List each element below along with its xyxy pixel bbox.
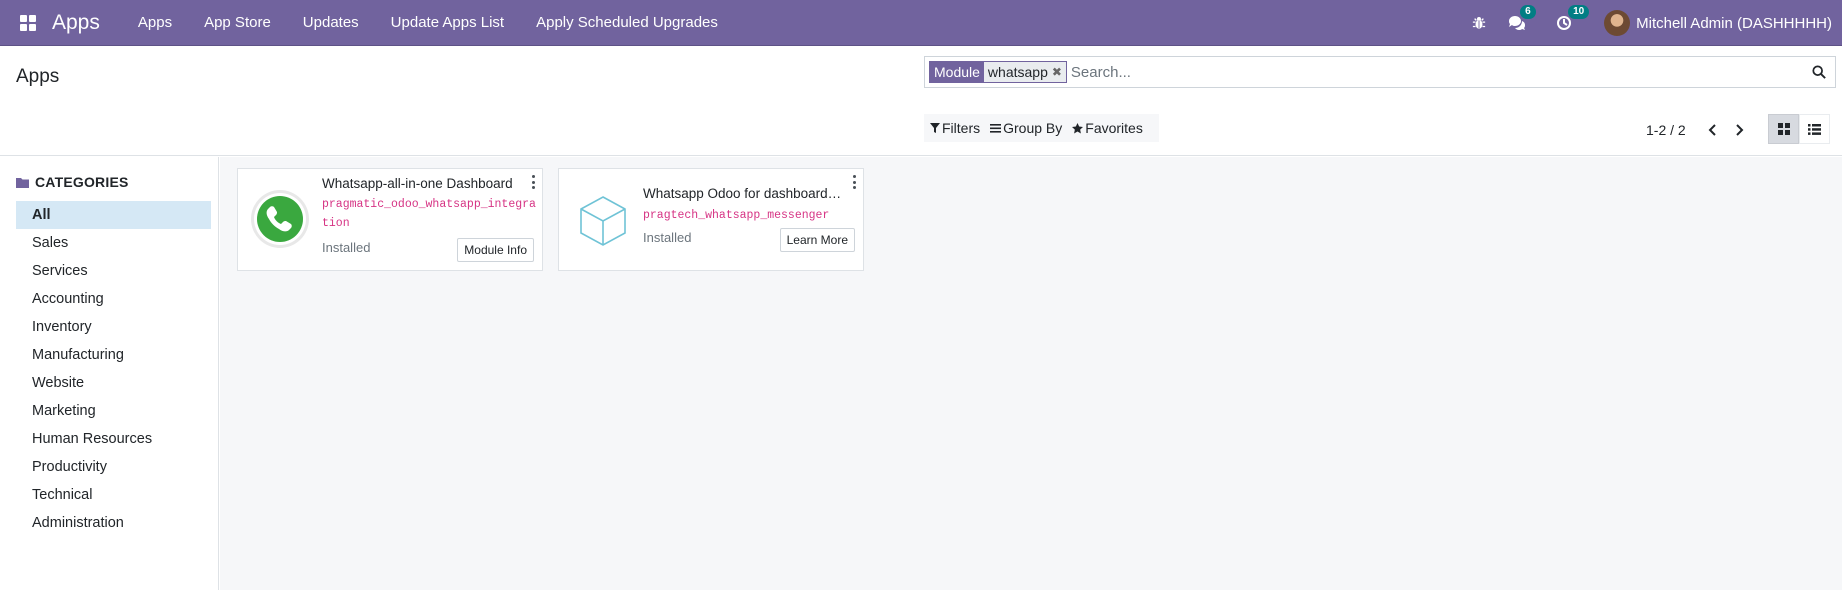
brand-title[interactable]: Apps — [52, 11, 100, 35]
category-website[interactable]: Website — [16, 369, 211, 397]
activity-clock-icon[interactable]: 10 — [1556, 5, 1590, 31]
user-name: Mitchell Admin (DASHHHHH) — [1636, 14, 1832, 32]
app-switcher-icon[interactable] — [16, 11, 40, 35]
app-technical-name: pragmatic_odoo_whatsapp_integration — [322, 198, 536, 230]
category-sales[interactable]: Sales — [16, 229, 211, 257]
pager-value[interactable]: 1-2 / 2 — [1646, 122, 1686, 138]
favorites-label: Favorites — [1085, 120, 1143, 136]
category-technical[interactable]: Technical — [16, 481, 211, 509]
app-name: Whatsapp-all-in-one Dashboard — [322, 176, 513, 191]
app-card[interactable]: Whatsapp Odoo for dashboard… pragtech_wh… — [558, 168, 864, 271]
view-switcher — [1768, 114, 1830, 144]
page-title: Apps — [16, 66, 60, 87]
messages-chat-icon[interactable]: 6 — [1508, 5, 1536, 31]
user-menu[interactable]: Mitchell Admin (DASHHHHH) — [1604, 10, 1832, 36]
group-by-label: Group By — [1003, 120, 1063, 136]
menu-updates[interactable]: Updates — [303, 14, 359, 31]
app-card[interactable]: Whatsapp-all-in-one Dashboard pragmatic_… — [237, 168, 543, 271]
categories-header-label: CATEGORIES — [35, 174, 129, 190]
category-inventory[interactable]: Inventory — [16, 313, 211, 341]
cube-icon — [575, 189, 635, 249]
messages-count-badge: 6 — [1520, 5, 1536, 19]
user-avatar — [1604, 10, 1631, 36]
category-administration[interactable]: Administration — [16, 509, 211, 537]
star-icon — [1072, 122, 1084, 133]
control-panel: Apps Module whatsapp ✖ Filters Group By … — [0, 46, 1842, 156]
app-name: Whatsapp Odoo for dashboard… — [643, 186, 842, 201]
kanban-view-icon[interactable] — [1768, 114, 1799, 144]
kanban-area: Whatsapp-all-in-one Dashboard pragmatic_… — [220, 157, 1842, 590]
top-navbar: Apps Apps App Store Updates Update Apps … — [0, 0, 1842, 46]
app-technical-name: pragtech_whatsapp_messenger — [643, 209, 830, 222]
search-facet: Module whatsapp ✖ — [929, 61, 1067, 83]
facet-label: Module — [930, 62, 984, 82]
menu-app-store[interactable]: App Store — [204, 14, 271, 31]
menu-apply-scheduled-upgrades[interactable]: Apply Scheduled Upgrades — [536, 14, 718, 31]
category-list: All Sales Services Accounting Inventory … — [16, 201, 211, 537]
category-manufacturing[interactable]: Manufacturing — [16, 341, 211, 369]
app-status: Installed — [322, 240, 371, 255]
search-input[interactable] — [1070, 63, 1807, 81]
menu-apps[interactable]: Apps — [138, 14, 172, 31]
pager-previous-icon[interactable] — [1700, 118, 1724, 142]
menu-update-apps-list[interactable]: Update Apps List — [391, 14, 504, 31]
pager: 1-2 / 2 — [1646, 118, 1752, 142]
learn-more-button[interactable]: Learn More — [779, 228, 855, 252]
list-view-icon[interactable] — [1799, 114, 1830, 144]
category-productivity[interactable]: Productivity — [16, 453, 211, 481]
group-by-button[interactable]: Group By — [990, 120, 1062, 136]
category-marketing[interactable]: Marketing — [16, 397, 211, 425]
filters-label: Filters — [942, 120, 981, 136]
systray: 6 10 Mitchell Admin (DASHHHHH) — [1462, 0, 1842, 46]
search-box: Module whatsapp ✖ — [924, 56, 1836, 88]
search-icon[interactable] — [1807, 60, 1831, 84]
pager-next-icon[interactable] — [1728, 118, 1752, 142]
group-by-icon — [990, 124, 1002, 133]
module-info-button[interactable]: Module Info — [457, 238, 534, 262]
facet-remove-icon[interactable]: ✖ — [1052, 62, 1062, 82]
facet-value: whatsapp ✖ — [983, 62, 1066, 82]
search-options-bar: Filters Group By Favorites — [924, 114, 1159, 142]
categories-header: CATEGORIES — [16, 174, 129, 190]
category-services[interactable]: Services — [16, 257, 211, 285]
debug-bug-icon[interactable] — [1472, 16, 1486, 30]
category-human-resources[interactable]: Human Resources — [16, 425, 211, 453]
filters-button[interactable]: Filters — [930, 120, 980, 136]
category-all[interactable]: All — [16, 201, 211, 229]
activities-count-badge: 10 — [1568, 5, 1590, 19]
facet-value-text: whatsapp — [987, 64, 1048, 80]
folder-icon — [16, 177, 29, 188]
categories-sidebar: CATEGORIES All Sales Services Accounting… — [0, 157, 219, 590]
whatsapp-logo-icon — [250, 189, 310, 249]
filter-icon — [930, 123, 940, 133]
category-accounting[interactable]: Accounting — [16, 285, 211, 313]
app-status: Installed — [643, 230, 692, 245]
favorites-button[interactable]: Favorites — [1072, 120, 1143, 136]
